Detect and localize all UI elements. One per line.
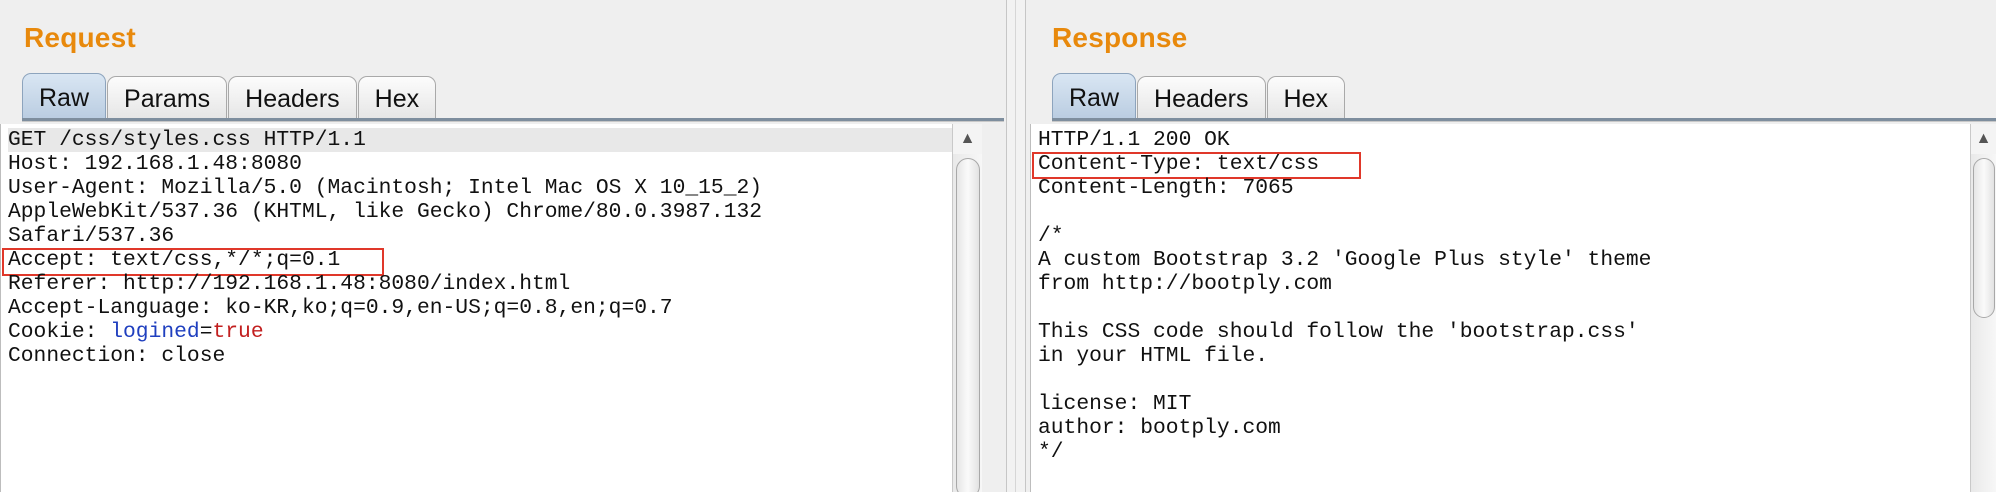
response-panel: Response Raw Headers Hex HTTP/1.1 200 OK… (1026, 0, 1996, 492)
request-tab-headers[interactable]: Headers (228, 76, 357, 122)
cookie-name: logined (110, 320, 200, 344)
divider-grip (1015, 0, 1016, 492)
response-line-comment-open: /* (1038, 224, 1064, 248)
request-line-2: Host: 192.168.1.48:8080 (8, 152, 302, 176)
request-line-referer: Referer: http://192.168.1.48:8080/index.… (8, 272, 571, 296)
response-line-status: HTTP/1.1 200 OK (1038, 128, 1230, 152)
response-editor[interactable]: HTTP/1.1 200 OK Content-Type: text/css C… (1030, 124, 1971, 492)
response-scrollbar[interactable]: ▲ (1970, 124, 1996, 492)
request-line-connection: Connection: close (8, 344, 226, 368)
request-line-3: User-Agent: Mozilla/5.0 (Macintosh; Inte… (8, 176, 763, 200)
request-line-4: AppleWebKit/537.36 (KHTML, like Gecko) C… (8, 200, 763, 224)
scroll-up-arrow-icon[interactable]: ▲ (1971, 124, 1996, 154)
request-panel: Request Raw Params Headers Hex GET /css/… (0, 0, 1006, 492)
request-line-1: GET /css/styles.css HTTP/1.1 (8, 128, 953, 152)
request-editor[interactable]: GET /css/styles.css HTTP/1.1 Host: 192.1… (0, 124, 953, 492)
request-tab-raw[interactable]: Raw (22, 73, 107, 122)
response-tab-headers[interactable]: Headers (1137, 76, 1266, 122)
request-tab-underline-shadow (22, 121, 1004, 122)
scroll-up-arrow-icon[interactable]: ▲ (953, 124, 982, 154)
request-scrollbar[interactable]: ▲ (952, 124, 982, 492)
request-title: Request (24, 22, 136, 53)
content-type-highlight-box (1032, 152, 1361, 179)
response-line-author: author: bootply.com (1038, 416, 1281, 440)
response-line-license: license: MIT (1038, 392, 1192, 416)
response-line-content-length: Content-Length: 7065 (1038, 176, 1294, 200)
response-line-9: This CSS code should follow the 'bootstr… (1038, 320, 1639, 344)
cookie-prefix: Cookie: (8, 320, 111, 344)
split-pane-divider[interactable] (1006, 0, 1026, 492)
cookie-value: true (212, 320, 264, 344)
request-scroll-thumb[interactable] (956, 158, 980, 492)
request-tab-hex[interactable]: Hex (357, 76, 437, 122)
response-tabs: Raw Headers Hex (1052, 73, 1346, 122)
response-tab-hex[interactable]: Hex (1266, 76, 1345, 122)
response-line-10: in your HTML file. (1038, 344, 1269, 368)
request-tab-params[interactable]: Params (107, 76, 228, 122)
response-line-7: from http://bootply.com (1038, 272, 1332, 296)
request-line-5: Safari/537.36 (8, 224, 175, 248)
response-title: Response (1052, 22, 1188, 53)
response-tab-underline-shadow (1052, 121, 1996, 122)
response-line-comment-close: */ (1038, 440, 1064, 464)
request-line-accept-language: Accept-Language: ko-KR,ko;q=0.9,en-US;q=… (8, 296, 673, 320)
response-line-6: A custom Bootstrap 3.2 'Google Plus styl… (1038, 248, 1652, 272)
response-tab-raw[interactable]: Raw (1052, 73, 1137, 122)
request-tabs: Raw Params Headers Hex (22, 73, 437, 122)
request-line-cookie: Cookie: logined=true (8, 320, 264, 344)
response-scroll-thumb[interactable] (1973, 158, 1995, 318)
cookie-equals: = (199, 320, 213, 344)
